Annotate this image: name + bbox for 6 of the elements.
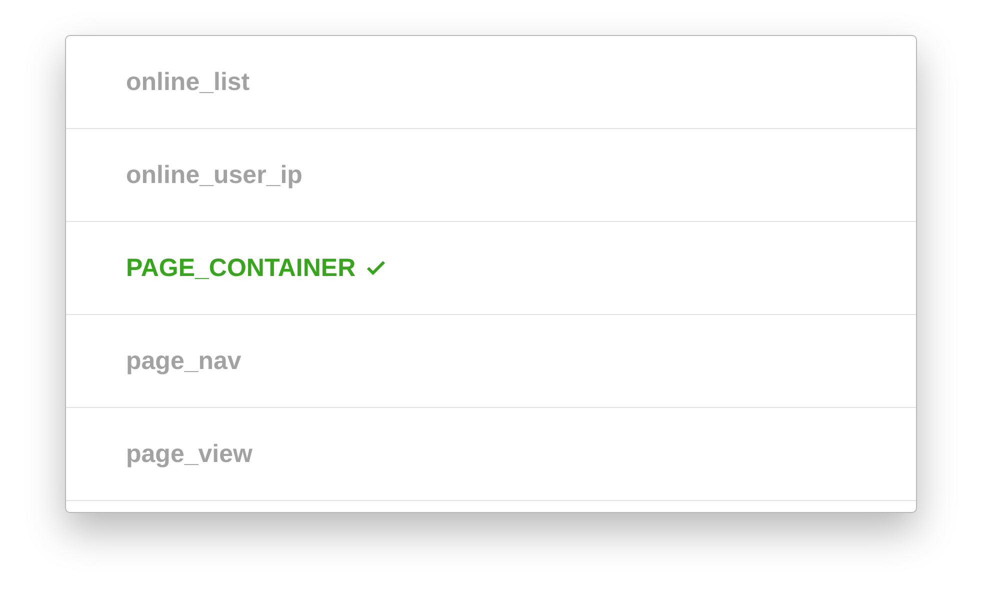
list-item[interactable]: online_user_ip [66, 129, 916, 222]
list-item[interactable]: PAGE_CONTAINER [66, 222, 916, 315]
list-item[interactable]: page_view [66, 408, 916, 501]
check-icon [366, 260, 386, 276]
list-item[interactable]: online_list [66, 36, 916, 129]
list-item[interactable]: page_nav [66, 315, 916, 408]
